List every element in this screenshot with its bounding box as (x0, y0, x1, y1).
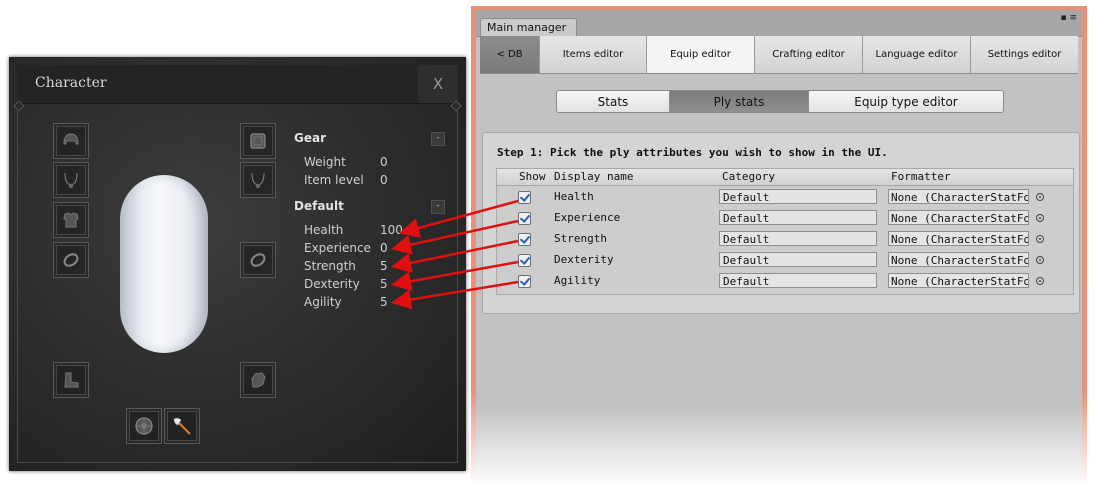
stat-value-health: 100 (380, 223, 403, 237)
default-section-title: Default (294, 199, 344, 213)
stat-value-experience: 0 (380, 241, 388, 255)
show-checkbox[interactable] (518, 212, 531, 225)
attribute-table: Show Display name Category Formatter Hea… (496, 168, 1074, 295)
armor-icon (63, 212, 79, 228)
character-header: Character X (17, 65, 458, 104)
equip-slot-neck[interactable] (53, 162, 89, 198)
column-category: Category (722, 170, 775, 183)
stat-label-health: Health (304, 223, 344, 237)
display-name: Strength (554, 232, 607, 245)
axe-icon (173, 417, 191, 435)
table-row: Experience Default None (CharacterStatFo… (497, 208, 1073, 229)
stat-value-agility: 5 (380, 295, 388, 309)
step-instruction: Step 1: Pick the ply attributes you wish… (497, 146, 888, 159)
gear-section-title: Gear (294, 131, 327, 145)
equip-slot-ring-left[interactable] (53, 242, 89, 278)
show-checkbox[interactable] (518, 191, 531, 204)
stat-label-agility: Agility (304, 295, 342, 309)
stat-label-experience: Experience (304, 241, 371, 255)
tab-settings-editor[interactable]: Settings editor (971, 36, 1078, 73)
formatter-field[interactable]: None (CharacterStatFor (888, 210, 1029, 225)
stat-label-weight: Weight (304, 155, 346, 169)
character-panel: Character X Gear - Weight 0 Item level 0… (9, 57, 466, 471)
object-picker-icon[interactable] (1036, 277, 1044, 285)
equip-sub-nav: Stats Ply stats Equip type editor (556, 90, 1004, 113)
window-tab-bar: Main manager ▪ ≡ (476, 10, 1082, 37)
window-menu-icon[interactable]: ▪ ≡ (1060, 14, 1077, 23)
column-show: Show (519, 170, 546, 183)
equip-slot-ring-right[interactable] (240, 242, 276, 278)
display-name: Health (554, 190, 594, 203)
window-fade (476, 406, 1082, 486)
equip-slot-offhand[interactable] (240, 123, 276, 159)
tab-language-editor[interactable]: Language editor (863, 36, 971, 73)
object-picker-icon[interactable] (1036, 256, 1044, 264)
object-picker-icon[interactable] (1036, 193, 1044, 201)
equip-slot-feet[interactable] (53, 362, 89, 398)
show-checkbox[interactable] (518, 233, 531, 246)
object-picker-icon[interactable] (1036, 235, 1044, 243)
tab-equip-editor[interactable]: Equip editor (647, 36, 755, 73)
table-row: Health Default None (CharacterStatFor (497, 187, 1073, 208)
tab-crafting-editor[interactable]: Crafting editor (755, 36, 863, 73)
ring-icon (250, 253, 266, 267)
tab-main-manager[interactable]: Main manager (480, 18, 577, 36)
equip-slot-hands[interactable] (240, 362, 276, 398)
shield-frame-icon (250, 133, 266, 149)
equip-slot-shield[interactable] (126, 408, 162, 444)
amulet-icon (251, 172, 265, 189)
object-picker-icon[interactable] (1036, 214, 1044, 222)
equip-slot-weapon[interactable] (164, 408, 200, 444)
default-collapse-button[interactable]: - (431, 200, 445, 214)
equip-slot-head[interactable] (53, 123, 89, 159)
main-manager-window: Main manager ▪ ≡ < DB Items editor Equip… (476, 10, 1082, 486)
category-field[interactable]: Default (719, 273, 877, 288)
ring-icon (63, 253, 79, 267)
table-row: Dexterity Default None (CharacterStatFor (497, 250, 1073, 271)
editor-nav: < DB Items editor Equip editor Crafting … (480, 36, 1078, 74)
tab-equip-type-editor[interactable]: Equip type editor (809, 91, 1003, 112)
formatter-field[interactable]: None (CharacterStatFor (888, 252, 1029, 267)
stat-value-weight: 0 (380, 155, 388, 169)
formatter-field[interactable]: None (CharacterStatFor (888, 231, 1029, 246)
step-panel: Step 1: Pick the ply attributes you wish… (482, 132, 1080, 314)
show-checkbox[interactable] (518, 254, 531, 267)
display-name: Experience (554, 211, 621, 224)
table-row: Strength Default None (CharacterStatFor (497, 229, 1073, 250)
table-row: Agility Default None (CharacterStatFor (497, 271, 1073, 292)
formatter-field[interactable]: None (CharacterStatFor (888, 189, 1029, 204)
stat-value-item-level: 0 (380, 173, 388, 187)
category-field[interactable]: Default (719, 231, 877, 246)
formatter-field[interactable]: None (CharacterStatFor (888, 273, 1029, 288)
gauntlet-icon (251, 372, 266, 388)
category-field[interactable]: Default (719, 210, 877, 225)
stat-value-strength: 5 (380, 259, 388, 273)
stat-label-item-level: Item level (304, 173, 364, 187)
tab-stats[interactable]: Stats (557, 91, 670, 112)
show-checkbox[interactable] (518, 275, 531, 288)
db-back-button[interactable]: < DB (480, 36, 540, 73)
display-name: Dexterity (554, 253, 614, 266)
table-header: Show Display name Category Formatter (497, 169, 1073, 186)
stat-value-dexterity: 5 (380, 277, 388, 291)
necklace-icon (64, 172, 78, 189)
gear-collapse-button[interactable]: - (431, 132, 445, 146)
column-formatter: Formatter (891, 170, 951, 183)
equip-slot-chest[interactable] (53, 202, 89, 238)
column-display-name: Display name (554, 170, 634, 183)
tab-ply-stats[interactable]: Ply stats (670, 91, 809, 112)
tab-items-editor[interactable]: Items editor (540, 36, 647, 73)
category-field[interactable]: Default (719, 252, 877, 267)
boots-icon (64, 372, 79, 388)
close-button[interactable]: X (418, 65, 458, 103)
equip-slot-amulet[interactable] (240, 162, 276, 198)
stat-label-dexterity: Dexterity (304, 277, 360, 291)
helmet-icon (63, 133, 79, 145)
character-avatar (120, 175, 208, 353)
stat-label-strength: Strength (304, 259, 356, 273)
character-title: Character (35, 75, 107, 91)
category-field[interactable]: Default (719, 189, 877, 204)
round-shield-icon (135, 417, 153, 435)
display-name: Agility (554, 274, 601, 287)
